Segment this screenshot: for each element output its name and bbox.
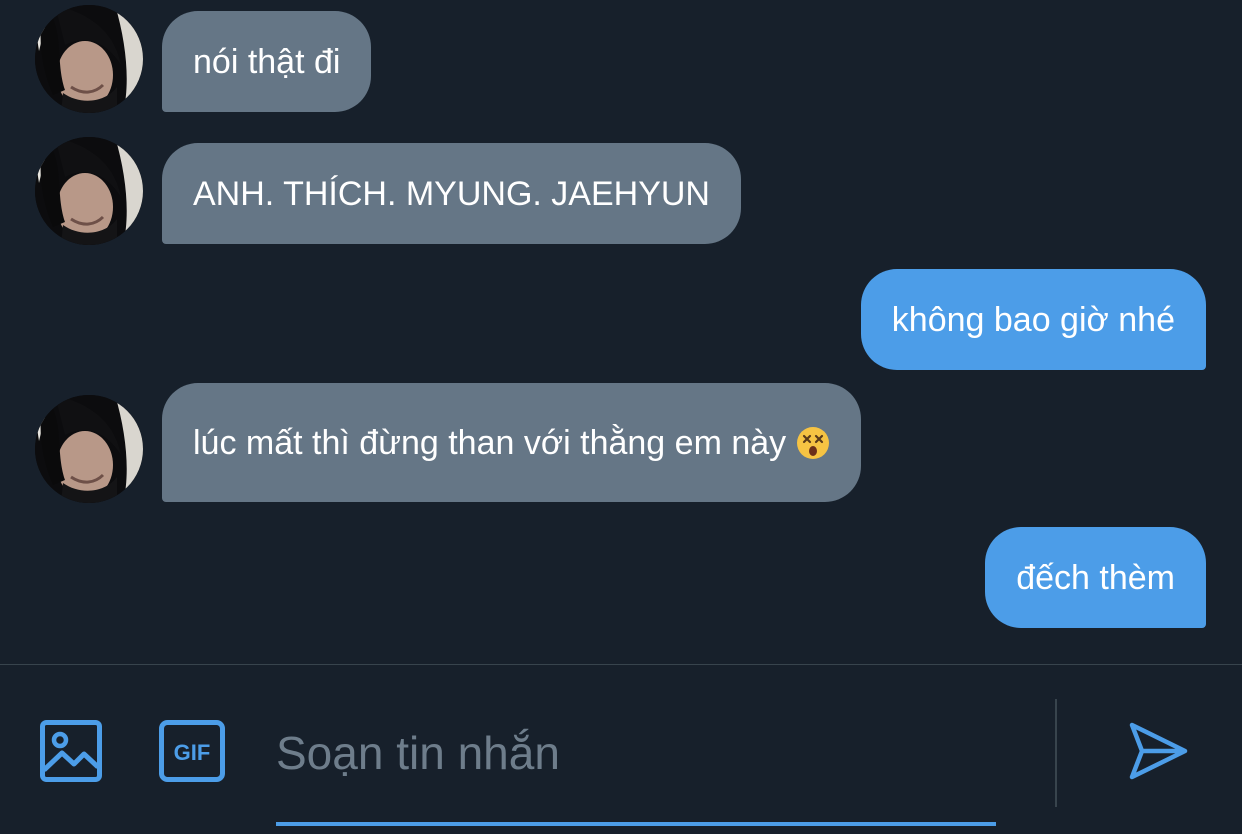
- message-text: lúc mất thì đừng than với thằng em này: [193, 423, 787, 462]
- avatar[interactable]: [35, 5, 143, 113]
- message-bubble-received[interactable]: lúc mất thì đừng than với thằng em này: [162, 383, 862, 502]
- message-text: đếch thèm: [1016, 558, 1175, 597]
- avatar-photo: [35, 137, 143, 245]
- dm-conversation: nói thật đi ANH. THÍCH. MYUNG. JAEHYUN k…: [0, 0, 1242, 834]
- dizzy-face-emoji: [796, 426, 830, 460]
- avatar[interactable]: [35, 137, 143, 245]
- send-icon[interactable]: [1127, 720, 1189, 787]
- message-text: nói thật đi: [193, 42, 341, 81]
- avatar-photo: [35, 395, 143, 503]
- input-focus-underline: [276, 822, 996, 826]
- gif-label: GIF: [174, 740, 211, 765]
- image-icon[interactable]: [40, 720, 102, 787]
- message-composer: GIF: [0, 665, 1242, 834]
- gif-icon[interactable]: GIF: [159, 720, 225, 787]
- message-bubble-received[interactable]: ANH. THÍCH. MYUNG. JAEHYUN: [162, 143, 741, 244]
- message-bubble-sent[interactable]: đếch thèm: [985, 527, 1206, 628]
- message-bubble-sent[interactable]: không bao giờ nhé: [860, 269, 1206, 370]
- composer-separator: [1055, 699, 1057, 807]
- avatar-photo: [35, 5, 143, 113]
- avatar[interactable]: [35, 395, 143, 503]
- message-input[interactable]: [276, 723, 996, 783]
- message-bubble-received[interactable]: nói thật đi: [162, 11, 372, 112]
- message-text: ANH. THÍCH. MYUNG. JAEHYUN: [193, 174, 710, 213]
- message-text: không bao giờ nhé: [891, 300, 1175, 339]
